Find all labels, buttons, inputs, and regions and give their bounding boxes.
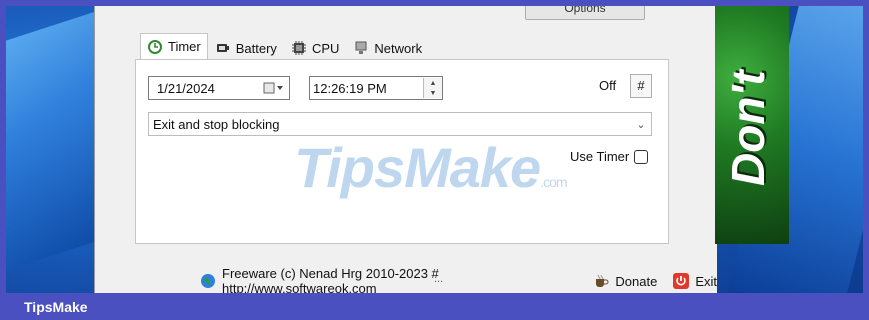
watermark: TipsMake.com: [294, 135, 568, 200]
hash-button[interactable]: #: [630, 74, 652, 98]
battery-icon: [215, 40, 231, 56]
date-value: 1/21/2024: [157, 80, 215, 96]
tab-bar: Timer Battery CPU Network: [140, 33, 429, 59]
ad-banner[interactable]: Don't: [715, 6, 789, 244]
exit-button[interactable]: Exit: [695, 274, 717, 289]
footer: Freeware (c) Nenad Hrg 2010-2023 # http:…: [200, 266, 717, 293]
clock-icon: [147, 39, 163, 55]
network-icon: [353, 40, 369, 56]
use-timer-checkbox[interactable]: [634, 149, 649, 164]
use-timer-option[interactable]: Use Timer: [570, 149, 649, 164]
chevron-down-icon: ⌄: [636, 118, 646, 131]
ad-text: Don't: [722, 70, 774, 186]
use-timer-label: Use Timer: [570, 149, 630, 164]
globe-icon: [200, 273, 216, 289]
tab-network[interactable]: Network: [346, 36, 429, 59]
calendar-dropdown-button[interactable]: [259, 78, 289, 98]
tab-label: Battery: [235, 40, 277, 56]
tab-cpu[interactable]: CPU: [284, 36, 346, 59]
options-button[interactable]: Options: [525, 6, 645, 20]
status-label: Off: [599, 78, 617, 93]
brand-label: TipsMake: [24, 299, 88, 315]
time-value: 12:26:19 PM: [313, 80, 387, 96]
action-select[interactable]: Exit and stop blocking ⌄: [148, 112, 652, 136]
date-picker[interactable]: 1/21/2024: [148, 76, 290, 100]
coffee-icon: [593, 273, 609, 289]
credit-link[interactable]: Freeware (c) Nenad Hrg 2010-2023 # http:…: [222, 266, 581, 293]
power-icon: [673, 273, 690, 289]
action-selected-value: Exit and stop blocking: [153, 116, 280, 132]
wallpaper-swirl-left: [6, 8, 106, 274]
time-spinner[interactable]: ▲ ▼: [423, 78, 442, 98]
tab-label: Network: [374, 40, 423, 56]
desktop-wallpaper: Options Timer Battery CPU Network 1/21/2…: [6, 6, 863, 293]
time-field[interactable]: 12:26:19 PM ▲ ▼: [309, 76, 443, 100]
tab-label: CPU: [311, 40, 340, 56]
spin-down-icon[interactable]: ▼: [424, 88, 442, 98]
donate-link[interactable]: Donate: [615, 274, 657, 289]
watermark-text: TipsMake: [294, 136, 541, 199]
timer-panel: 1/21/2024 12:26:19 PM ▲ ▼ Off # Exit and…: [135, 59, 669, 285]
spin-up-icon[interactable]: ▲: [424, 78, 442, 88]
calendar-icon: [263, 82, 283, 94]
cpu-icon: [291, 40, 307, 56]
tab-battery[interactable]: Battery: [208, 36, 284, 59]
brand-bar: [0, 293, 869, 320]
watermark-suffix: .com: [540, 174, 567, 190]
tab-timer[interactable]: Timer: [140, 33, 208, 59]
tab-label: Timer: [168, 39, 201, 54]
app-window: Options Timer Battery CPU Network 1/21/2…: [94, 6, 717, 293]
